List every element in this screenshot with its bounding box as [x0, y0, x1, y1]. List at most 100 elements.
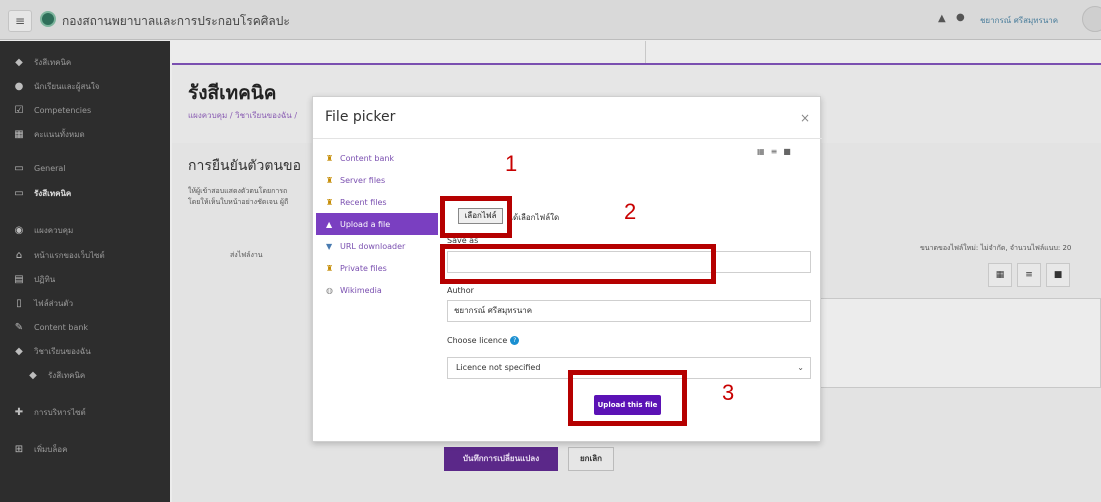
folder-view-icon[interactable]: ■: [1046, 263, 1070, 287]
cancel-button[interactable]: ยกเลิก: [568, 447, 614, 471]
sidebar-item-my-courses[interactable]: ◆ วิชาเรียนของฉัน: [0, 340, 170, 362]
repo-content-bank[interactable]: ♜ Content bank: [316, 147, 438, 169]
sidebar-item-label: นักเรียนและผู้สนใจ: [34, 81, 100, 91]
sidebar: ◆ รังสีเทคนิค ● นักเรียนและผู้สนใจ ☑ Com…: [0, 41, 170, 502]
sidebar-item-label: ปฏิทิน: [34, 274, 56, 284]
sidebar-item-grades[interactable]: ▦ คะแนนทั้งหมด: [0, 123, 170, 145]
bell-icon[interactable]: ▲: [938, 13, 946, 24]
repo-url-downloader[interactable]: ▼ URL downloader: [316, 235, 438, 257]
sidebar-item-label: รังสีเทคนิค: [34, 188, 72, 198]
sidebar-item-site-admin[interactable]: ✚ การบริหารไซต์: [0, 401, 170, 423]
sidebar-item-dashboard[interactable]: ◉ แผงควบคุม: [0, 219, 170, 241]
grid-view-icon[interactable]: ▦: [757, 147, 765, 156]
help-icon[interactable]: ?: [510, 336, 520, 345]
folder-icon: ▭: [14, 162, 24, 174]
repo-label: Private files: [340, 263, 387, 273]
brush-icon: ✎: [14, 321, 24, 333]
repo-server-files[interactable]: ♜ Server files: [316, 169, 438, 191]
graduation-cap-icon: ◆: [15, 56, 23, 68]
modal-title: File picker: [325, 109, 396, 125]
sidebar-item-label: General: [34, 163, 66, 173]
sidebar-item-label: Competencies: [34, 105, 92, 115]
wikimedia-icon: ◍: [326, 285, 333, 295]
list-view-icon[interactable]: ≡: [1017, 263, 1041, 287]
licence-label: Choose licence?: [447, 336, 520, 345]
sidebar-item-course[interactable]: ◆ รังสีเทคนิค: [0, 51, 170, 73]
sidebar-item-label: การบริหารไซต์: [34, 407, 86, 417]
checkbox-icon: ☑: [14, 104, 24, 116]
annotation-box-3: [568, 370, 687, 426]
graduation-cap-icon: ◆: [29, 369, 37, 381]
sidebar-item-label: แผงควบคุม: [34, 225, 74, 235]
dashboard-icon: ◉: [14, 224, 24, 236]
breadcrumb[interactable]: แผงควบคุม / วิชาเรียนของฉัน /: [188, 109, 297, 122]
list-view-icon[interactable]: ≡: [771, 147, 778, 156]
users-icon: ●: [14, 80, 24, 92]
repo-label: Content bank: [340, 153, 395, 163]
repo-upload-file[interactable]: ▲ Upload a file: [316, 213, 438, 235]
sidebar-item-participants[interactable]: ● นักเรียนและผู้สนใจ: [0, 75, 170, 97]
repo-private-files[interactable]: ♜ Private files: [316, 257, 438, 279]
repo-label: Wikimedia: [340, 285, 382, 295]
wrench-icon: ✚: [14, 406, 24, 418]
sidebar-item-section[interactable]: ▭ รังสีเทคนิค: [0, 182, 170, 204]
annotation-number-3: 3: [722, 380, 735, 405]
section-description: โดยให้เห็นใบหน้าอย่างชัดเจน ผู้ถื: [188, 198, 289, 206]
upload-icon: ▲: [326, 219, 333, 229]
sidebar-item-general[interactable]: ▭ General: [0, 157, 170, 179]
calendar-icon: ▤: [14, 273, 24, 285]
sidebar-item-label: รังสีเทคนิค: [34, 57, 72, 67]
repository-list: ♜ Content bank ♜ Server files ♜ Recent f…: [316, 147, 438, 301]
sidebar-item-content-bank[interactable]: ✎ Content bank: [0, 316, 170, 338]
repository-icon: ♜: [326, 197, 334, 207]
sidebar-item-label: หน้าแรกของเว็บไซต์: [34, 250, 105, 260]
sidebar-item-add-block[interactable]: ⊞ เพิ่มบล็อค: [0, 438, 170, 460]
menu-icon[interactable]: ≡: [8, 10, 32, 32]
plus-square-icon: ⊞: [14, 443, 24, 455]
page-title: รังสีเทคนิค: [188, 82, 277, 104]
author-input[interactable]: ชยากรณ์ ศรีสมุทรนาค: [447, 300, 811, 322]
chat-icon[interactable]: ●: [956, 12, 965, 23]
sidebar-item-competencies[interactable]: ☑ Competencies: [0, 99, 170, 121]
annotation-number-1: 1: [505, 151, 518, 176]
sidebar-item-label: เพิ่มบล็อค: [34, 444, 68, 454]
annotation-box-2: [440, 244, 716, 284]
repository-icon: ♜: [326, 263, 334, 273]
repo-label: Server files: [340, 175, 386, 185]
max-size-text: ขนาดของไฟล์ใหม่: ไม่จำกัด, จำนวนไฟล์แนบ:…: [920, 244, 1072, 252]
sidebar-item-label: Content bank: [34, 322, 89, 332]
site-logo[interactable]: [40, 11, 56, 27]
avatar[interactable]: [1082, 6, 1101, 32]
save-changes-button[interactable]: บันทึกการเปลี่ยนแปลง: [444, 447, 558, 471]
repo-label: URL downloader: [340, 241, 406, 251]
sidebar-item-label: วิชาเรียนของฉัน: [34, 346, 91, 356]
view-toggle: ▦ ≡ ■: [757, 147, 791, 156]
repo-label: Recent files: [340, 197, 387, 207]
author-label: Author: [447, 286, 474, 295]
no-file-text: ได้เลือกไฟล์ใด: [509, 213, 560, 222]
sidebar-item-course-link[interactable]: ◆ รังสีเทคนิค: [0, 364, 170, 386]
user-name[interactable]: ชยากรณ์ ศรีสมุทรนาค: [980, 14, 1058, 27]
close-icon[interactable]: ×: [800, 111, 810, 125]
repo-wikimedia[interactable]: ◍ Wikimedia: [316, 279, 438, 301]
download-icon: ▼: [326, 241, 333, 251]
sidebar-item-home[interactable]: ⌂ หน้าแรกของเว็บไซต์: [0, 244, 170, 266]
sidebar-item-private-files[interactable]: ▯ ไฟล์ส่วนตัว: [0, 292, 170, 314]
repo-recent-files[interactable]: ♜ Recent files: [316, 191, 438, 213]
site-name[interactable]: กองสถานพยาบาลและการประกอบโรคศิลปะ: [62, 12, 290, 31]
repo-label: Upload a file: [340, 219, 391, 229]
licence-label-text: Choose licence: [447, 336, 508, 345]
header-divider: [645, 41, 646, 63]
sidebar-item-calendar[interactable]: ▤ ปฏิทิน: [0, 268, 170, 290]
annotation-number-2: 2: [624, 199, 637, 224]
annotation-box-1: [440, 196, 512, 238]
licence-value: Licence not specified: [456, 363, 541, 372]
folder-view-icon[interactable]: ■: [783, 147, 791, 156]
repository-icon: ♜: [326, 175, 334, 185]
submission-label: ส่งไฟล์งาน: [230, 251, 263, 259]
grid-view-icon[interactable]: ▦: [988, 263, 1012, 287]
repository-icon: ♜: [326, 153, 334, 163]
file-drop-area[interactable]: [820, 298, 1101, 388]
sidebar-item-label: ไฟล์ส่วนตัว: [34, 298, 74, 308]
table-icon: ▦: [14, 128, 24, 140]
